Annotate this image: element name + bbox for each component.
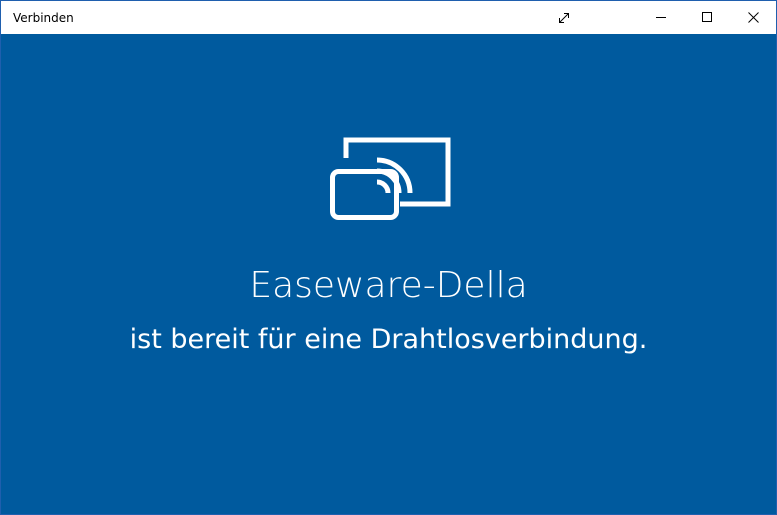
title-bar[interactable]: Verbinden xyxy=(1,1,776,34)
minimize-button[interactable] xyxy=(638,1,684,34)
connection-status-text: ist bereit für eine Drahtlosverbindung. xyxy=(129,324,648,355)
app-window: Verbinden Easeware-Della ist bereit für … xyxy=(0,0,777,515)
window-title: Verbinden xyxy=(13,11,74,25)
device-name: Easeware-Della xyxy=(249,265,528,306)
maximize-button[interactable] xyxy=(684,1,730,34)
close-icon xyxy=(747,12,759,23)
connect-panel: Easeware-Della ist bereit für eine Draht… xyxy=(1,34,776,514)
expand-button[interactable] xyxy=(541,1,587,34)
maximize-icon xyxy=(701,12,713,23)
expand-arrows-icon xyxy=(558,12,570,24)
wireless-display-cast-icon xyxy=(328,136,452,222)
minimize-icon xyxy=(655,12,667,23)
close-button[interactable] xyxy=(730,1,776,34)
